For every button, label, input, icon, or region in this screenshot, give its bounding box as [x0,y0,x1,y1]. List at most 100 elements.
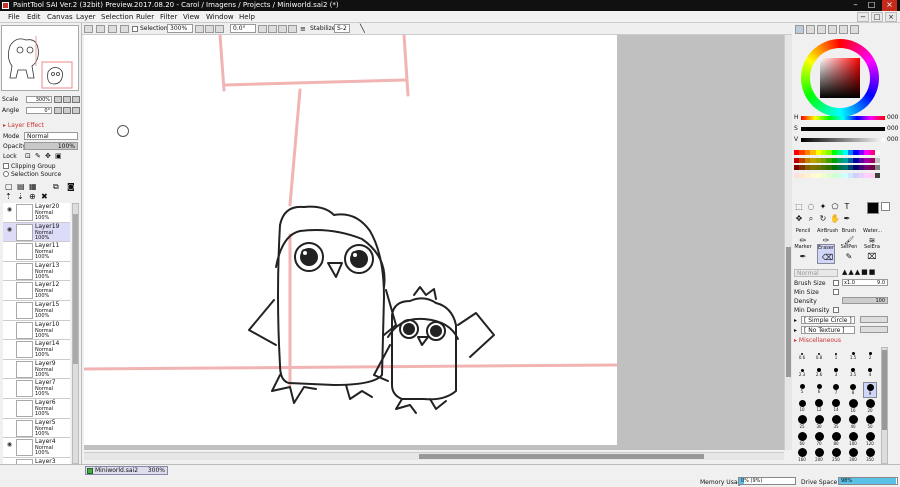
layer-scrollbar[interactable] [72,203,79,464]
layer-item[interactable]: Layer13 Normal 100% [3,261,70,282]
brush-size-preset[interactable]: 0.6 [795,349,809,365]
selection-toggle[interactable] [132,26,138,32]
selection-source-radio[interactable] [3,171,9,177]
doc-minimize-button[interactable]: − [857,12,869,22]
visibility-eye-icon[interactable] [5,402,14,414]
brush-size-preset[interactable]: 300 [846,448,860,464]
brush-size-preset[interactable]: 50 [863,415,877,431]
close-button[interactable]: × [882,0,897,11]
maximize-button[interactable]: □ [864,0,879,11]
rotate-tool-icon[interactable]: ↻ [818,214,828,224]
menu-window[interactable]: Window [206,11,234,23]
brush-size-preset[interactable]: 100 [846,431,860,448]
lock-transparency-icon[interactable]: ⊡ [25,152,31,160]
layer-effect-header[interactable]: ▸ Layer Effect [3,122,44,129]
visibility-eye-icon[interactable]: ◉ [5,441,14,453]
rgb-slider-tab[interactable] [806,25,815,34]
brush-size-preset[interactable]: 350 [863,448,877,464]
scale-zoom-out-button[interactable] [54,96,62,103]
minimize-button[interactable]: – [848,0,863,11]
visibility-eye-icon[interactable]: ◉ [5,226,14,238]
brush-size-preset[interactable]: 1.5 [846,349,860,365]
right-panel-scrollbar[interactable] [881,347,888,464]
zoom-tool-icon[interactable]: ⌕ [806,214,816,224]
layer-item[interactable]: ◉ Layer4 Normal 100% [3,438,70,458]
brush-size-preset[interactable]: 1 [829,349,843,365]
mixer-tab[interactable] [850,25,859,34]
menu-help[interactable]: Help [239,11,255,23]
brush-blend-select[interactable]: Normal [794,269,838,277]
move-down-icon[interactable]: ⇣ [17,192,24,201]
swatch-tab[interactable] [828,25,837,34]
layer-item[interactable]: Layer5 Normal 100% [3,418,70,439]
brush-size-preset[interactable]: 9 [863,382,877,398]
angle-rotate-right-button[interactable] [63,107,71,114]
menu-ruler[interactable]: Ruler [136,11,154,23]
redo-button[interactable] [96,25,105,33]
brush-size-preset[interactable]: 14 [829,399,843,415]
blend-mode-select[interactable]: Normal [24,132,78,140]
vertical-scroll-thumb[interactable] [786,247,791,377]
select-rect-icon[interactable]: ⬚ [794,202,804,212]
brush-size-preset[interactable]: 2 [863,349,877,365]
brush-tool-selera[interactable]: SelEra ⌧ [863,244,881,264]
menu-view[interactable]: View [183,11,200,23]
brush-size-preset[interactable]: 35 [829,415,843,431]
zoom-field[interactable]: 300% [167,24,193,33]
angle-rotate-left-button[interactable] [54,107,62,114]
menu-filter[interactable]: Filter [160,11,177,23]
color-wheel[interactable] [801,39,879,117]
min-size-toggle[interactable] [833,289,839,295]
delete-layer-icon[interactable]: ✖ [41,192,48,201]
brush-size-preset[interactable]: 80 [829,431,843,448]
scratchpad-tab[interactable] [839,25,848,34]
texture-select[interactable]: [ No Texture ] [801,326,855,334]
layer-item[interactable]: Layer14 Normal 100% [3,340,70,360]
brush-size-preset[interactable]: 0.8 [812,349,826,365]
menu-file[interactable]: File [8,11,20,23]
visibility-eye-icon[interactable] [5,422,14,434]
hsv-slider-tab[interactable] [817,25,826,34]
min-density-toggle[interactable] [833,307,839,313]
zoom-reset-button[interactable] [215,25,224,33]
flip-button[interactable] [288,25,297,33]
canvas-workspace[interactable] [84,35,784,450]
brush-tip-shapes[interactable]: ▲▲▲■■ [842,268,876,276]
value-slider[interactable] [801,138,885,142]
brush-size-preset[interactable]: 12 [812,399,826,415]
brush-size-preset[interactable]: 60 [795,431,809,448]
rotate-reset-button[interactable] [278,25,287,33]
lock-all-icon[interactable]: ▣ [55,152,62,160]
layer-item[interactable]: Layer11 Normal 100% [3,242,70,262]
angle-reset-button[interactable] [72,107,80,114]
rotate-right-button[interactable] [268,25,277,33]
visibility-eye-icon[interactable] [5,382,14,394]
doc-close-button[interactable]: × [885,12,897,22]
brush-size-preset[interactable]: 6 [812,382,826,398]
color-wheel-tab[interactable] [795,25,804,34]
horizontal-scroll-thumb[interactable] [419,454,704,459]
duplicate-icon[interactable]: ⊕ [29,192,36,201]
file-tab[interactable]: Miniworld.sai2 300% [85,466,168,475]
move-up-icon[interactable]: ⇡ [5,192,12,201]
brush-size-preset[interactable]: 250 [829,448,843,464]
brush-size-preset[interactable]: 25 [795,415,809,431]
visibility-eye-icon[interactable]: ◉ [5,206,14,218]
text-tool-icon[interactable]: T [842,202,852,212]
color-swatches[interactable] [794,150,881,180]
layer-scroll-thumb[interactable] [73,214,78,364]
scale-reset-button[interactable] [72,96,80,103]
lock-move-icon[interactable]: ✥ [45,152,51,160]
magic-wand-icon[interactable]: ✦ [818,202,828,212]
clipping-group-checkbox[interactable] [3,163,9,169]
brush-tool-marker[interactable]: Marker ✒ [794,244,812,264]
visibility-eye-icon[interactable] [5,363,14,375]
angle-value[interactable]: 0° [26,107,52,114]
shape-expand-icon[interactable]: ▸ [794,317,797,324]
brush-size-preset[interactable]: 3 [829,366,843,382]
visibility-eye-icon[interactable] [5,304,14,316]
layer-item[interactable]: Layer12 Normal 100% [3,281,70,301]
hue-slider[interactable] [801,116,885,120]
color-swatch[interactable] [875,150,881,155]
brush-size-preset[interactable]: 5 [795,382,809,398]
